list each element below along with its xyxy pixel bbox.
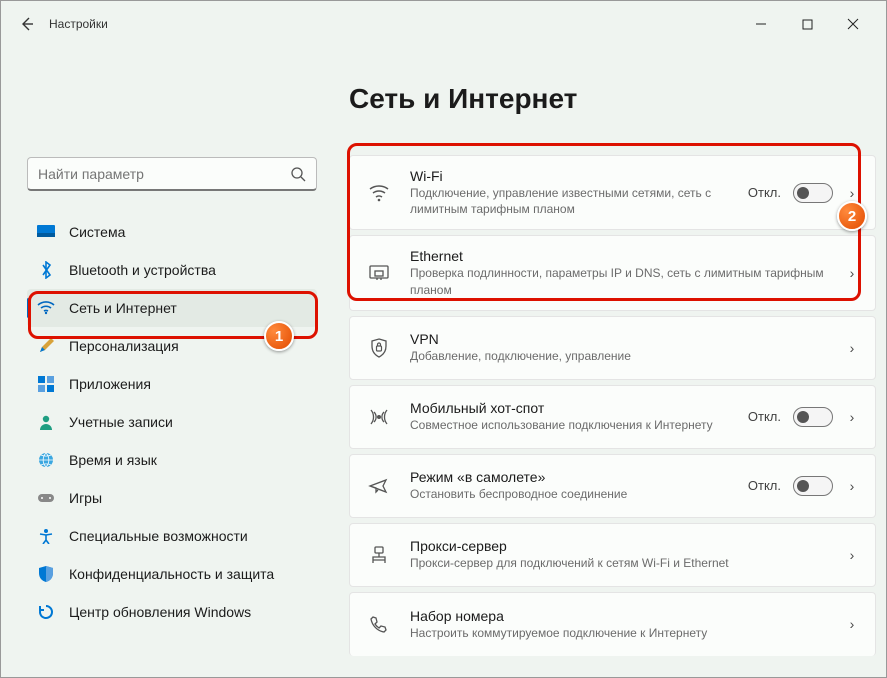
minimize-button[interactable] <box>738 7 784 41</box>
chevron-right-icon: › <box>845 185 859 201</box>
card-airplane[interactable]: Режим «в самолете» Остановить беспроводн… <box>349 454 876 518</box>
card-ethernet[interactable]: Ethernet Проверка подлинности, параметры… <box>349 235 876 310</box>
wifi-icon <box>366 184 392 202</box>
chevron-right-icon: › <box>845 340 859 356</box>
nav-label: Персонализация <box>69 338 179 354</box>
wifi-toggle[interactable] <box>793 183 833 203</box>
card-proxy[interactable]: Прокси-сервер Прокси-сервер для подключе… <box>349 523 876 587</box>
card-title: Wi-Fi <box>410 168 730 184</box>
brush-icon <box>37 337 55 355</box>
card-wifi[interactable]: Wi-Fi Подключение, управление известными… <box>349 155 876 230</box>
card-subtitle: Совместное использование подключения к И… <box>410 417 730 433</box>
chevron-right-icon: › <box>845 478 859 494</box>
back-button[interactable] <box>11 8 43 40</box>
card-title: VPN <box>410 331 827 347</box>
nav-label: Bluetooth и устройства <box>69 262 216 278</box>
airplane-icon <box>366 477 392 495</box>
card-subtitle: Настроить коммутируемое подключение к Ин… <box>410 625 827 641</box>
sidebar-item-system[interactable]: Система <box>27 213 317 251</box>
chevron-right-icon: › <box>845 265 859 281</box>
card-title: Мобильный хот-спот <box>410 400 730 416</box>
globe-icon <box>37 451 55 469</box>
sidebar-item-accounts[interactable]: Учетные записи <box>27 403 317 441</box>
sidebar-item-accessibility[interactable]: Специальные возможности <box>27 517 317 555</box>
bluetooth-icon <box>37 261 55 279</box>
system-icon <box>37 223 55 241</box>
card-dialup[interactable]: Набор номера Настроить коммутируемое под… <box>349 592 876 656</box>
sidebar-item-gaming[interactable]: Игры <box>27 479 317 517</box>
app-title: Настройки <box>49 17 108 31</box>
sidebar: Система Bluetooth и устройства Сеть и Ин… <box>27 47 317 656</box>
chevron-right-icon: › <box>845 616 859 632</box>
titlebar: Настройки <box>1 1 886 47</box>
card-subtitle: Проверка подлинности, параметры IP и DNS… <box>410 265 827 297</box>
window-controls <box>738 7 876 41</box>
sidebar-item-privacy[interactable]: Конфиденциальность и защита <box>27 555 317 593</box>
nav-label: Центр обновления Windows <box>69 604 251 620</box>
nav-list: Система Bluetooth и устройства Сеть и Ин… <box>27 213 317 631</box>
update-icon <box>37 603 55 621</box>
card-title: Ethernet <box>410 248 827 264</box>
maximize-button[interactable] <box>784 7 830 41</box>
lock-icon <box>366 338 392 358</box>
toggle-state: Откл. <box>748 185 781 200</box>
nav-label: Учетные записи <box>69 414 173 430</box>
sidebar-item-update[interactable]: Центр обновления Windows <box>27 593 317 631</box>
card-title: Прокси-сервер <box>410 538 827 554</box>
ethernet-icon <box>366 264 392 282</box>
card-title: Режим «в самолете» <box>410 469 730 485</box>
hotspot-toggle[interactable] <box>793 407 833 427</box>
card-subtitle: Прокси-сервер для подключений к сетям Wi… <box>410 555 827 571</box>
nav-label: Игры <box>69 490 102 506</box>
sidebar-item-bluetooth[interactable]: Bluetooth и устройства <box>27 251 317 289</box>
annotation-badge-1: 1 <box>264 321 294 351</box>
nav-label: Специальные возможности <box>69 528 248 544</box>
nav-label: Приложения <box>69 376 151 392</box>
shield-icon <box>37 565 55 583</box>
card-subtitle: Добавление, подключение, управление <box>410 348 827 364</box>
search-input[interactable] <box>38 166 290 182</box>
wifi-icon <box>37 299 55 317</box>
proxy-icon <box>366 545 392 565</box>
gamepad-icon <box>37 489 55 507</box>
content-area: Сеть и Интернет Wi-Fi Подключение, управ… <box>349 47 876 656</box>
page-title: Сеть и Интернет <box>349 83 876 115</box>
sidebar-item-time[interactable]: Время и язык <box>27 441 317 479</box>
person-icon <box>37 413 55 431</box>
card-title: Набор номера <box>410 608 827 624</box>
card-vpn[interactable]: VPN Добавление, подключение, управление … <box>349 316 876 380</box>
card-subtitle: Остановить беспроводное соединение <box>410 486 730 502</box>
sidebar-item-apps[interactable]: Приложения <box>27 365 317 403</box>
chevron-right-icon: › <box>845 409 859 425</box>
close-button[interactable] <box>830 7 876 41</box>
search-icon <box>290 166 306 182</box>
accessibility-icon <box>37 527 55 545</box>
card-hotspot[interactable]: Мобильный хот-спот Совместное использова… <box>349 385 876 449</box>
toggle-state: Откл. <box>748 478 781 493</box>
search-box[interactable] <box>27 157 317 191</box>
phone-icon <box>366 614 392 634</box>
nav-label: Система <box>69 224 125 240</box>
chevron-right-icon: › <box>845 547 859 563</box>
nav-label: Конфиденциальность и защита <box>69 566 274 582</box>
airplane-toggle[interactable] <box>793 476 833 496</box>
toggle-state: Откл. <box>748 409 781 424</box>
hotspot-icon <box>366 407 392 427</box>
annotation-badge-2: 2 <box>837 201 867 231</box>
card-subtitle: Подключение, управление известными сетям… <box>410 185 730 217</box>
nav-label: Время и язык <box>69 452 157 468</box>
settings-list: Wi-Fi Подключение, управление известными… <box>349 155 876 656</box>
nav-label: Сеть и Интернет <box>69 300 177 316</box>
apps-icon <box>37 375 55 393</box>
